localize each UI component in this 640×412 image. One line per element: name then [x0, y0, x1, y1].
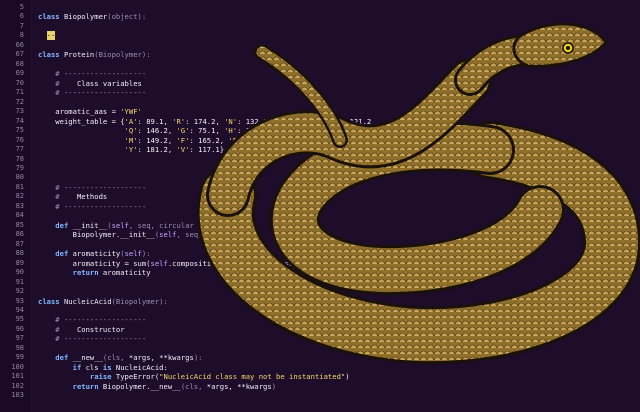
code-editor[interactable]: 5 6 7 8 66 67 68 69 70 71 72 73 74 75 76 77 78 79 80 81 82 83… [0, 0, 640, 412]
snake-body [196, 33, 640, 365]
snake-icon [196, 22, 640, 365]
snake-head [512, 22, 608, 68]
